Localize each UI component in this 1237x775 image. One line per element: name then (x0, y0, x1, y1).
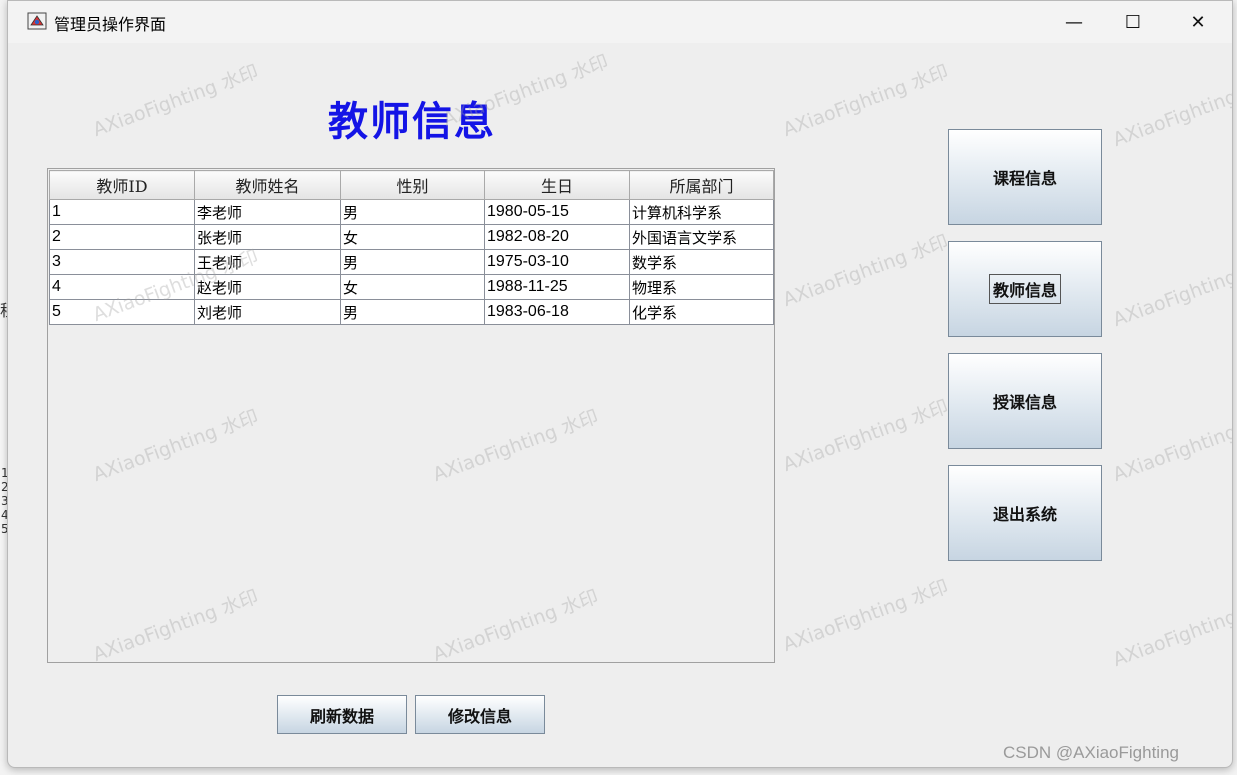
watermark: AXiaoFighting 水印 (780, 230, 952, 312)
table-row[interactable]: 1 李老师 男 1980-05-15 计算机科学系 (49, 199, 774, 225)
table-row[interactable]: 4 赵老师 女 1988-11-25 物理系 (49, 274, 774, 300)
window-title: 管理员操作界面 (54, 15, 167, 34)
table-cell[interactable]: 5 (49, 299, 195, 325)
title-bar[interactable]: 管理员操作界面 — ☐ ✕ (8, 1, 1232, 43)
watermark: AXiaoFighting 水印 (780, 395, 952, 477)
table-cell[interactable]: 王老师 (194, 249, 341, 275)
table-cell[interactable]: 赵老师 (194, 274, 341, 300)
column-header-gender[interactable]: 性别 (340, 170, 485, 200)
exit-system-button[interactable]: 退出系统 (948, 465, 1102, 561)
close-button[interactable]: ✕ (1168, 1, 1228, 43)
edit-info-button[interactable]: 修改信息 (415, 695, 545, 734)
page-title: 教师信息 (328, 98, 496, 145)
minimize-button[interactable]: — (1044, 1, 1104, 43)
maximize-button[interactable]: ☐ (1103, 1, 1163, 43)
teacher-table-panel[interactable]: 教师ID 教师姓名 性别 生日 所属部门 1 李老师 男 1980-05-15 … (47, 168, 775, 663)
table-cell[interactable]: 1975-03-10 (484, 249, 630, 275)
table-cell[interactable]: 1980-05-15 (484, 199, 630, 225)
table-cell[interactable]: 数学系 (629, 249, 774, 275)
course-info-label: 课程信息 (992, 169, 1057, 188)
table-cell[interactable]: 男 (340, 199, 485, 225)
table-cell[interactable]: 李老师 (194, 199, 341, 225)
watermark: AXiaoFighting 水印 (1110, 406, 1233, 487)
watermark: AXiaoFighting 水印 (780, 60, 952, 142)
java-app-icon (27, 12, 47, 30)
table-cell[interactable]: 4 (49, 274, 195, 300)
watermark: AXiaoFighting 水印 (90, 60, 262, 142)
admin-window: 管理员操作界面 — ☐ ✕ 教师信息 教师ID 教师姓名 性别 生日 所属部门 … (7, 0, 1233, 768)
watermark: AXiaoFighting 水印 (1110, 251, 1233, 332)
table-cell[interactable]: 1988-11-25 (484, 274, 630, 300)
refresh-data-label: 刷新数据 (309, 706, 374, 726)
edit-info-label: 修改信息 (447, 706, 512, 726)
column-header-name[interactable]: 教师姓名 (194, 170, 341, 200)
column-header-department[interactable]: 所属部门 (629, 170, 774, 200)
table-cell[interactable]: 女 (340, 274, 485, 300)
course-info-button[interactable]: 课程信息 (948, 129, 1102, 225)
table-cell[interactable]: 1982-08-20 (484, 224, 630, 250)
table-cell[interactable]: 化学系 (629, 299, 774, 325)
table-cell[interactable]: 3 (49, 249, 195, 275)
table-row[interactable]: 3 王老师 男 1975-03-10 数学系 (49, 249, 774, 275)
teacher-info-button[interactable]: 教师信息 (948, 241, 1102, 337)
table-cell[interactable]: 计算机科学系 (629, 199, 774, 225)
table-cell[interactable]: 1 (49, 199, 195, 225)
table-row[interactable]: 2 张老师 女 1982-08-20 外国语言文学系 (49, 224, 774, 250)
table-cell[interactable]: 刘老师 (194, 299, 341, 325)
exit-system-label: 退出系统 (992, 505, 1057, 524)
table-cell[interactable]: 男 (340, 249, 485, 275)
teaching-info-label: 授课信息 (992, 393, 1057, 412)
teacher-table[interactable]: 教师ID 教师姓名 性别 生日 所属部门 1 李老师 男 1980-05-15 … (49, 170, 774, 325)
watermark: AXiaoFighting 水印 (780, 575, 952, 657)
refresh-data-button[interactable]: 刷新数据 (277, 695, 407, 734)
table-cell[interactable]: 外国语言文学系 (629, 224, 774, 250)
table-cell[interactable]: 女 (340, 224, 485, 250)
table-header-row: 教师ID 教师姓名 性别 生日 所属部门 (49, 170, 774, 200)
csdn-credit: CSDN @AXiaoFighting (1003, 743, 1179, 762)
table-cell[interactable]: 2 (49, 224, 195, 250)
teaching-info-button[interactable]: 授课信息 (948, 353, 1102, 449)
table-cell[interactable]: 物理系 (629, 274, 774, 300)
watermark: AXiaoFighting 水印 (1110, 591, 1233, 672)
column-header-birthday[interactable]: 生日 (484, 170, 630, 200)
teacher-info-label: 教师信息 (988, 274, 1061, 304)
watermark: AXiaoFighting 水印 (1110, 71, 1233, 152)
column-header-id[interactable]: 教师ID (49, 170, 195, 200)
table-row[interactable]: 5 刘老师 男 1983-06-18 化学系 (49, 299, 774, 325)
table-cell[interactable]: 男 (340, 299, 485, 325)
table-cell[interactable]: 1983-06-18 (484, 299, 630, 325)
table-cell[interactable]: 张老师 (194, 224, 341, 250)
